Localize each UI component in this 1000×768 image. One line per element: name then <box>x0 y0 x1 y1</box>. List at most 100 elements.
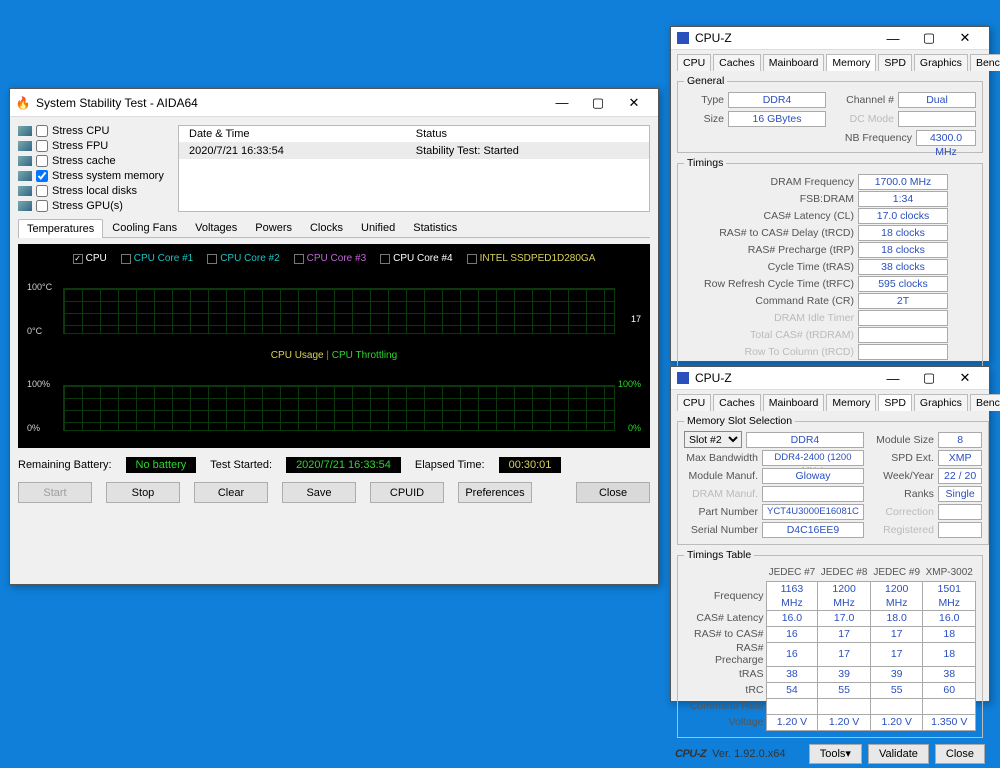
minimize-button[interactable]: — <box>875 367 911 389</box>
log-row[interactable]: 2020/7/21 16:33:54 Stability Test: Start… <box>179 143 649 160</box>
module-size: 8 GBytes <box>938 432 982 448</box>
tab-clocks[interactable]: Clocks <box>301 218 352 237</box>
aida64-window: 🔥 System Stability Test - AIDA64 — ▢ ✕ S… <box>9 88 659 585</box>
log-col-date[interactable]: Date & Time <box>179 126 406 143</box>
close-button[interactable]: ✕ <box>947 27 983 49</box>
stress-options: Stress CPU Stress FPU Stress cache Stres… <box>18 125 168 212</box>
cpuz-spd-window: CPU-Z — ▢ ✕ CPU Caches Mainboard Memory … <box>670 366 990 702</box>
slot-select[interactable]: Slot #2 <box>684 431 742 448</box>
temp-readout: 17 <box>631 314 641 324</box>
tab-cpu[interactable]: CPU <box>677 54 711 71</box>
mem-type: DDR4 <box>728 92 826 108</box>
chevron-down-icon: ▾ <box>845 747 851 760</box>
status-row: Remaining Battery: No battery Test Start… <box>18 454 650 473</box>
maximize-button[interactable]: ▢ <box>911 27 947 49</box>
cpuz2-titlebar[interactable]: CPU-Z — ▢ ✕ <box>671 367 989 390</box>
usage-header: CPU Usage <box>271 350 324 361</box>
tab-cooling-fans[interactable]: Cooling Fans <box>103 218 186 237</box>
tab-caches[interactable]: Caches <box>713 54 761 71</box>
timings-group: Timings DRAM Frequency1700.0 MHz FSB:DRA… <box>677 157 983 367</box>
cpuz1-tabs: CPU Caches Mainboard Memory SPD Graphics… <box>677 54 983 71</box>
cpuz-logo: CPU-Z <box>675 748 706 760</box>
stress-cpu[interactable]: Stress CPU <box>18 125 168 137</box>
part-number: YCT4U3000E16081C <box>762 504 864 520</box>
close-button[interactable]: ✕ <box>947 367 983 389</box>
usage-r-0: 0% <box>628 423 641 433</box>
command-rate: 2T <box>858 293 948 309</box>
cpuz1-title: CPU-Z <box>695 31 732 45</box>
mem-channel: Dual <box>898 92 976 108</box>
mem-size: 16 GBytes <box>728 111 826 127</box>
tab-statistics[interactable]: Statistics <box>404 218 466 237</box>
max-bandwidth: DDR4-2400 (1200 MHz) <box>762 450 864 466</box>
cpuz-memory-window: CPU-Z — ▢ ✕ CPU Caches Mainboard Memory … <box>670 26 990 362</box>
minimize-button[interactable]: — <box>544 92 580 114</box>
legend-core2[interactable]: CPU Core #2 <box>220 253 279 264</box>
tab-temperatures[interactable]: Temperatures <box>18 219 103 238</box>
tab-graphics[interactable]: Graphics <box>914 394 968 411</box>
cpuid-button[interactable]: CPUID <box>370 482 444 503</box>
tab-spd[interactable]: SPD <box>878 54 912 71</box>
start-button[interactable]: Start <box>18 482 92 503</box>
legend-core3[interactable]: CPU Core #3 <box>307 253 366 264</box>
maximize-button[interactable]: ▢ <box>580 92 616 114</box>
trfc: 595 clocks <box>858 276 948 292</box>
tab-mainboard[interactable]: Mainboard <box>763 394 825 411</box>
close-button[interactable]: ✕ <box>616 92 652 114</box>
legend-core1[interactable]: CPU Core #1 <box>134 253 193 264</box>
legend-ssd[interactable]: INTEL SSDPED1D280GA <box>480 253 596 264</box>
stop-button[interactable]: Stop <box>106 482 180 503</box>
module-manuf: Gloway <box>762 468 864 484</box>
tab-mainboard[interactable]: Mainboard <box>763 54 825 71</box>
timings-table-group: Timings Table JEDEC #7JEDEC #8JEDEC #9XM… <box>677 549 983 738</box>
cpuz2-tabs: CPU Caches Mainboard Memory SPD Graphics… <box>677 394 983 411</box>
tab-bench[interactable]: Bench <box>970 394 1000 411</box>
minimize-button[interactable]: — <box>875 27 911 49</box>
tab-spd[interactable]: SPD <box>878 394 912 411</box>
tab-bench[interactable]: Bench <box>970 54 1000 71</box>
save-button[interactable]: Save <box>282 482 356 503</box>
tab-caches[interactable]: Caches <box>713 394 761 411</box>
legend-cpu[interactable]: CPU <box>86 253 107 264</box>
stress-disks[interactable]: Stress local disks <box>18 185 168 197</box>
tab-voltages[interactable]: Voltages <box>186 218 246 237</box>
maximize-button[interactable]: ▢ <box>911 367 947 389</box>
usage-graph: CPU Usage | CPU Throttling 100% 0% 100% … <box>22 347 646 442</box>
tab-memory[interactable]: Memory <box>826 54 876 71</box>
tras: 38 clocks <box>858 259 948 275</box>
started-value: 2020/7/21 16:33:54 <box>286 457 401 473</box>
stress-gpu[interactable]: Stress GPU(s) <box>18 200 168 212</box>
validate-button[interactable]: Validate <box>868 744 929 764</box>
clear-button[interactable]: Clear <box>194 482 268 503</box>
tab-powers[interactable]: Powers <box>246 218 301 237</box>
dram-frequency: 1700.0 MHz <box>858 174 948 190</box>
usage-y-0: 0% <box>27 423 40 433</box>
temp-y-0: 0°C <box>27 326 42 336</box>
cpuz2-title: CPU-Z <box>695 371 732 385</box>
cpuz-close-button[interactable]: Close <box>935 744 985 764</box>
serial-number: D4C16EE9 <box>762 522 864 538</box>
button-row: Start Stop Clear Save CPUID Preferences … <box>18 479 650 503</box>
slot-type: DDR4 <box>746 432 864 448</box>
tab-memory[interactable]: Memory <box>826 394 876 411</box>
tab-unified[interactable]: Unified <box>352 218 404 237</box>
aida-close-button[interactable]: Close <box>576 482 650 503</box>
general-group: General TypeDDR4 Channel #Dual Size16 GB… <box>677 75 983 153</box>
tools-button[interactable]: Tools ▾ <box>809 744 862 764</box>
aida-titlebar[interactable]: 🔥 System Stability Test - AIDA64 — ▢ ✕ <box>10 89 658 117</box>
log-table[interactable]: Date & Time Status 2020/7/21 16:33:54 St… <box>178 125 650 212</box>
legend-core4[interactable]: CPU Core #4 <box>393 253 452 264</box>
log-col-status[interactable]: Status <box>406 126 649 143</box>
battery-label: Remaining Battery: <box>18 459 112 471</box>
graph-area: CPU CPU Core #1 CPU Core #2 CPU Core #3 … <box>18 244 650 448</box>
elapsed-label: Elapsed Time: <box>415 459 485 471</box>
preferences-button[interactable]: Preferences <box>458 482 532 503</box>
stress-fpu[interactable]: Stress FPU <box>18 140 168 152</box>
tab-cpu[interactable]: CPU <box>677 394 711 411</box>
elapsed-value: 00:30:01 <box>499 457 562 473</box>
cpuz1-titlebar[interactable]: CPU-Z — ▢ ✕ <box>671 27 989 50</box>
tab-graphics[interactable]: Graphics <box>914 54 968 71</box>
stress-cache[interactable]: Stress cache <box>18 155 168 167</box>
nb-frequency: 4300.0 MHz <box>916 130 976 146</box>
stress-memory[interactable]: Stress system memory <box>18 170 168 182</box>
